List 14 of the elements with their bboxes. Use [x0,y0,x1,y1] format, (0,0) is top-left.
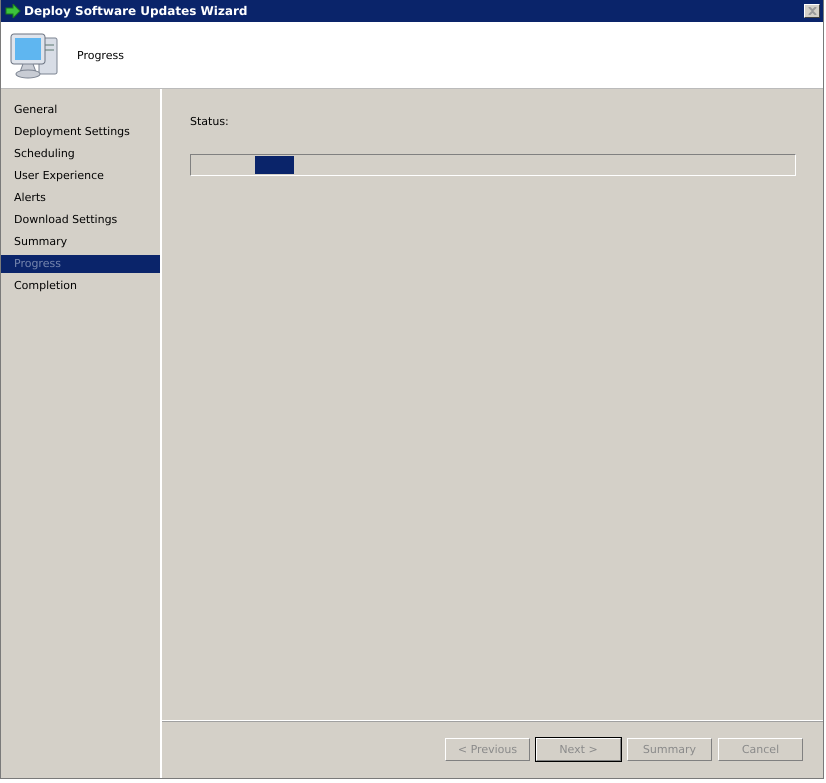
status-label: Status: [190,115,230,128]
arrow-icon [5,4,21,18]
step-item[interactable]: Download Settings [1,211,160,229]
window-title: Deploy Software Updates Wizard [24,4,248,18]
step-item[interactable]: General [1,101,160,119]
step-item[interactable]: Summary [1,233,160,251]
close-icon [808,7,816,15]
step-item[interactable]: Completion [1,277,160,295]
step-item[interactable]: Deployment Settings [1,123,160,141]
step-item[interactable]: User Experience [1,167,160,185]
step-item[interactable]: Progress [1,255,160,273]
step-item[interactable]: Scheduling [1,145,160,163]
step-item[interactable]: Alerts [1,189,160,207]
page-title: Progress [77,48,124,62]
